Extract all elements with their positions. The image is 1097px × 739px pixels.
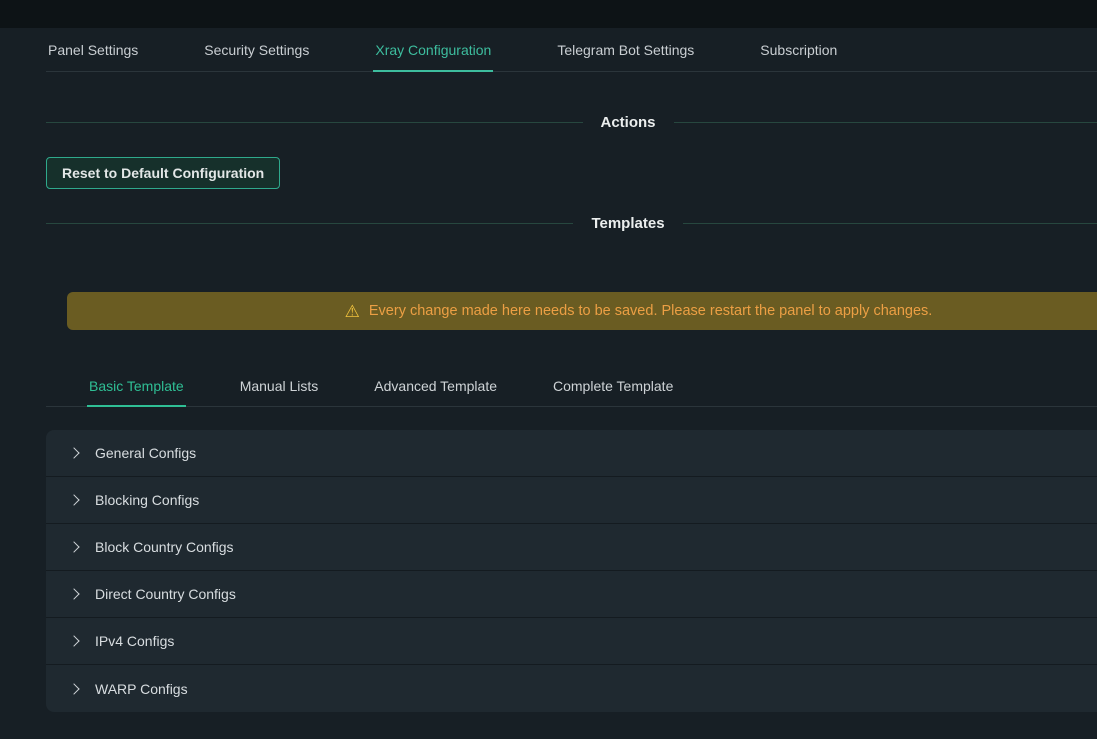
warning-text: Every change made here needs to be saved…: [369, 303, 932, 319]
accordion-item-label: IPv4 Configs: [95, 633, 174, 649]
tab-xray-configuration[interactable]: Xray Configuration: [373, 28, 493, 71]
divider-line: [46, 122, 583, 123]
divider-line: [46, 223, 573, 224]
warning-triangle-icon: ⚠: [345, 303, 360, 320]
actions-divider: Actions: [46, 114, 1097, 131]
accordion-item-blocking-configs[interactable]: Blocking Configs: [46, 477, 1097, 524]
chevron-right-icon: [68, 588, 79, 599]
tab-telegram-bot-settings[interactable]: Telegram Bot Settings: [555, 28, 696, 71]
chevron-right-icon: [68, 635, 79, 646]
config-accordion: General Configs Blocking Configs Block C…: [46, 430, 1097, 712]
tab-complete-template[interactable]: Complete Template: [551, 366, 675, 406]
tab-advanced-template[interactable]: Advanced Template: [372, 366, 499, 406]
tab-security-settings[interactable]: Security Settings: [202, 28, 311, 71]
chevron-right-icon: [68, 494, 79, 505]
templates-section-title: Templates: [591, 215, 664, 232]
chevron-right-icon: [68, 447, 79, 458]
tab-basic-template[interactable]: Basic Template: [87, 366, 186, 406]
divider-line: [674, 122, 1097, 123]
restart-warning-banner: ⚠ Every change made here needs to be sav…: [67, 292, 1097, 330]
settings-tab-bar: Panel Settings Security Settings Xray Co…: [46, 28, 1097, 72]
actions-section-title: Actions: [601, 114, 656, 131]
accordion-item-warp-configs[interactable]: WARP Configs: [46, 665, 1097, 712]
accordion-item-block-country-configs[interactable]: Block Country Configs: [46, 524, 1097, 571]
accordion-item-label: WARP Configs: [95, 681, 188, 697]
tab-manual-lists[interactable]: Manual Lists: [238, 366, 321, 406]
templates-divider: Templates: [46, 215, 1097, 232]
chevron-right-icon: [68, 683, 79, 694]
accordion-item-direct-country-configs[interactable]: Direct Country Configs: [46, 571, 1097, 618]
chevron-right-icon: [68, 541, 79, 552]
accordion-item-label: General Configs: [95, 445, 196, 461]
settings-page: Panel Settings Security Settings Xray Co…: [0, 28, 1097, 712]
tab-panel-settings[interactable]: Panel Settings: [46, 28, 140, 71]
divider-line: [683, 223, 1097, 224]
top-bar: [0, 0, 1097, 28]
template-tab-bar: Basic Template Manual Lists Advanced Tem…: [46, 366, 1097, 407]
accordion-item-label: Direct Country Configs: [95, 586, 236, 602]
accordion-item-label: Block Country Configs: [95, 539, 234, 555]
accordion-item-ipv4-configs[interactable]: IPv4 Configs: [46, 618, 1097, 665]
reset-to-default-button[interactable]: Reset to Default Configuration: [46, 157, 280, 189]
accordion-item-label: Blocking Configs: [95, 492, 199, 508]
tab-subscription[interactable]: Subscription: [758, 28, 839, 71]
accordion-item-general-configs[interactable]: General Configs: [46, 430, 1097, 477]
